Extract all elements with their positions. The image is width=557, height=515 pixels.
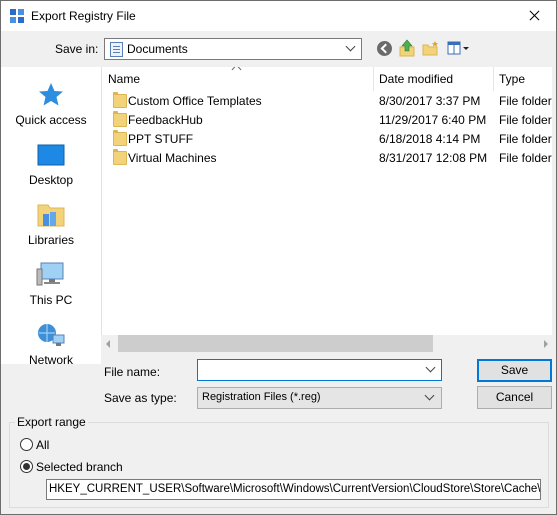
horizontal-scrollbar[interactable] — [101, 335, 551, 352]
file-name-input[interactable] — [197, 359, 442, 381]
sort-ascending-icon — [231, 67, 242, 75]
column-header-name[interactable]: Name — [102, 67, 374, 91]
folder-icon — [113, 111, 127, 127]
save-as-type-dropdown[interactable]: Registration Files (*.reg) — [197, 387, 442, 409]
network-icon — [38, 324, 65, 346]
table-row[interactable]: FeedbackHub 11/29/2017 6:40 PM File fold… — [102, 110, 552, 129]
places-bar: Quick access Desktop Libraries This PC N… — [1, 67, 101, 367]
export-range-title: Export range — [15, 415, 88, 429]
save-in-value: Documents — [127, 42, 188, 56]
save-button[interactable]: Save — [477, 359, 552, 382]
file-name-field[interactable] — [200, 361, 414, 379]
title-bar: Export Registry File — [1, 1, 556, 31]
place-desktop[interactable]: Desktop — [1, 133, 101, 189]
up-folder-icon[interactable] — [399, 39, 415, 57]
chevron-down-icon — [345, 41, 356, 52]
file-list[interactable]: Name Date modified Type Custom Office Te… — [101, 67, 552, 335]
libraries-icon — [37, 204, 65, 227]
place-libraries[interactable]: Libraries — [1, 193, 101, 249]
window-title: Export Registry File — [31, 9, 136, 23]
place-network[interactable]: Network — [1, 313, 101, 369]
place-quick-access[interactable]: Quick access — [1, 73, 101, 129]
documents-icon — [110, 42, 123, 57]
scroll-right-icon[interactable] — [544, 340, 548, 348]
close-icon[interactable] — [512, 1, 556, 31]
table-row[interactable]: PPT STUFF 6/18/2018 4:14 PM File folder — [102, 129, 552, 148]
save-in-label: Save in: — [55, 42, 99, 56]
desktop-icon — [37, 144, 65, 166]
save-in-dropdown[interactable]: Documents — [104, 38, 362, 60]
back-icon[interactable] — [377, 41, 392, 56]
place-this-pc[interactable]: This PC — [1, 253, 101, 309]
radio-selected-branch-label[interactable]: Selected branch — [36, 460, 123, 474]
view-menu-icon[interactable] — [447, 41, 471, 56]
save-as-type-label: Save as type: — [104, 391, 177, 405]
export-registry-dialog: Export Registry File Save in: Documents … — [0, 0, 557, 515]
radio-all-label[interactable]: All — [36, 438, 49, 452]
cancel-button[interactable]: Cancel — [477, 386, 552, 409]
branch-path-input[interactable]: HKEY_CURRENT_USER\Software\Microsoft\Win… — [46, 479, 541, 500]
column-header-date[interactable]: Date modified — [373, 67, 494, 91]
column-header-type[interactable]: Type — [493, 67, 552, 91]
file-name-label: File name: — [104, 365, 161, 379]
radio-selected-branch[interactable] — [20, 460, 33, 473]
folder-icon — [113, 92, 127, 108]
chevron-down-icon[interactable] — [425, 362, 436, 373]
new-folder-icon[interactable] — [422, 40, 440, 57]
radio-all[interactable] — [20, 438, 33, 451]
scroll-left-icon[interactable] — [106, 340, 110, 348]
folder-icon — [113, 149, 127, 165]
scrollbar-thumb[interactable] — [118, 335, 433, 352]
table-row[interactable]: Virtual Machines 8/31/2017 12:08 PM File… — [102, 148, 552, 167]
registry-editor-icon — [10, 9, 24, 23]
table-row[interactable]: Custom Office Templates 8/30/2017 3:37 P… — [102, 91, 552, 110]
star-icon — [39, 83, 63, 106]
chevron-down-icon — [424, 390, 435, 401]
folder-icon — [113, 130, 127, 146]
computer-icon — [36, 262, 64, 286]
